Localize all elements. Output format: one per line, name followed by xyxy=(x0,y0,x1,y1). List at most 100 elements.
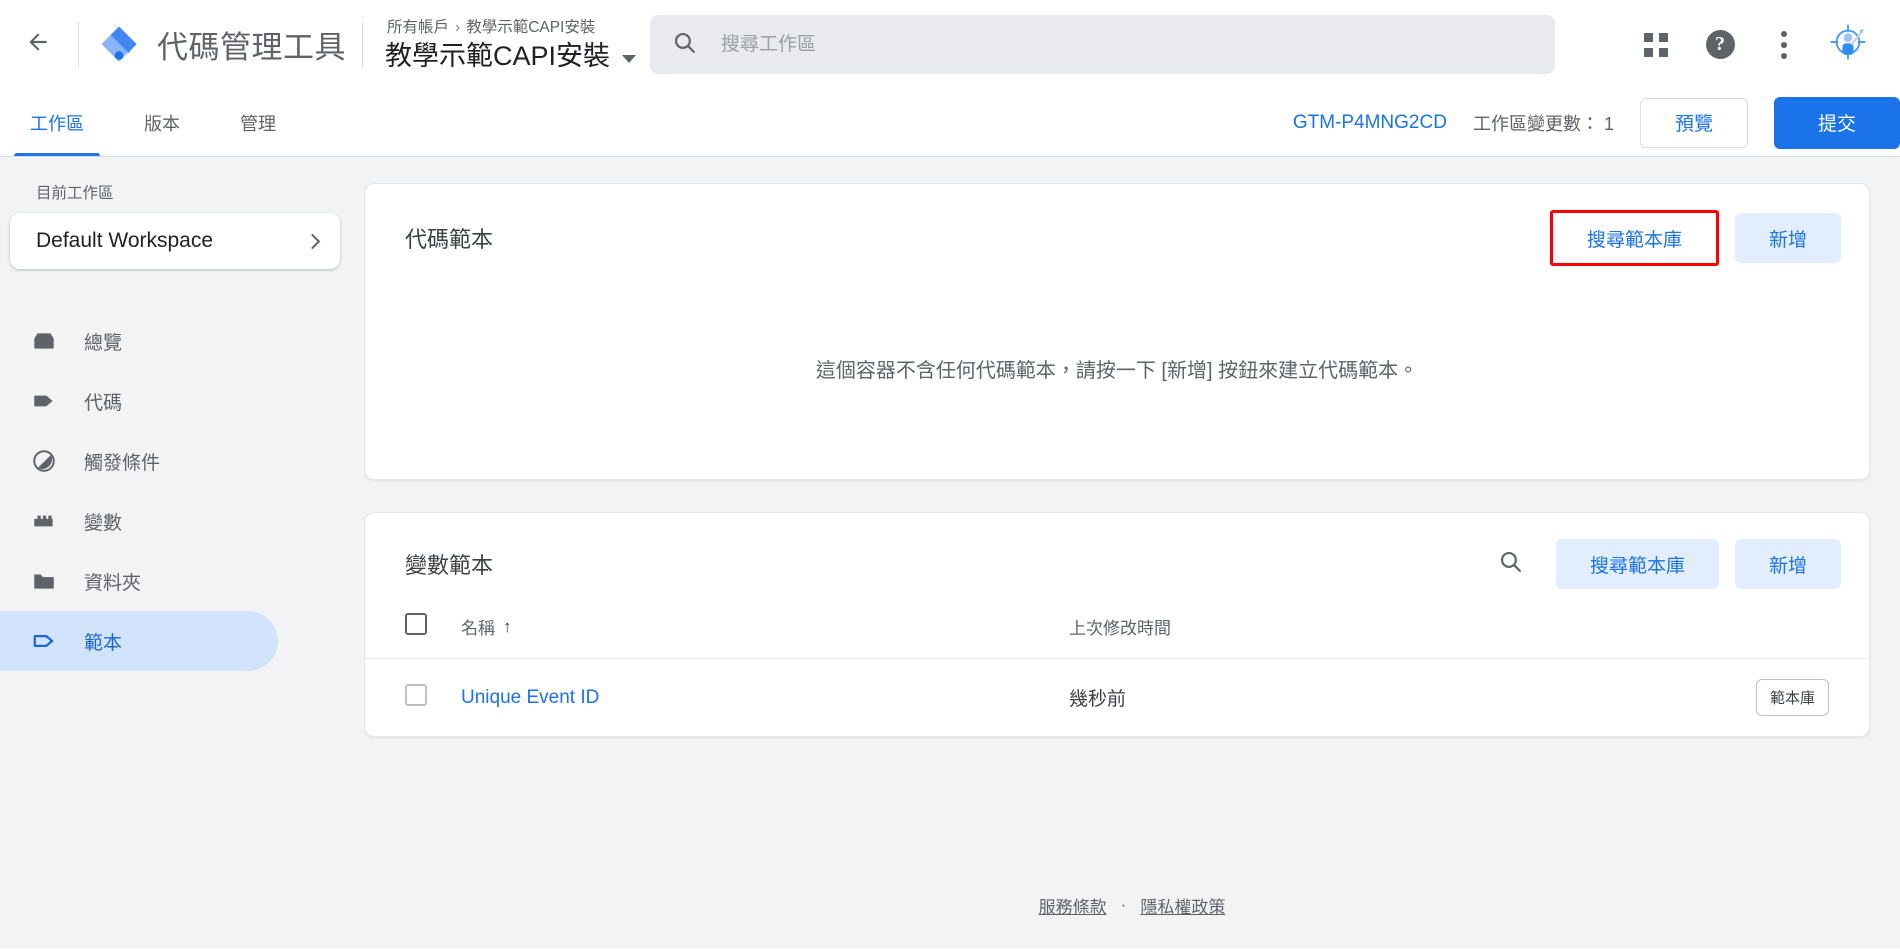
tabbar-actions: GTM-P4MNG2CD 工作區變更數： 1 預覽 提交 xyxy=(1293,89,1900,156)
sidebar: 目前工作區 Default Workspace 總覽 代碼 觸發條件 變數 資料… xyxy=(0,157,364,948)
badge-column-header xyxy=(1709,599,1869,659)
table-head: 名稱 ↑ 上次修改時間 xyxy=(365,599,1869,659)
sidebar-item-triggers-label: 觸發條件 xyxy=(84,452,161,474)
row-badge-cell: 範本庫 xyxy=(1709,659,1869,737)
help-icon: ? xyxy=(1705,30,1735,59)
chevron-down-icon xyxy=(622,54,637,63)
sidebar-nav: 總覽 代碼 觸發條件 變數 資料夾 範本 xyxy=(0,311,364,671)
tab-admin-label: 管理 xyxy=(240,113,276,134)
chevron-right-icon xyxy=(304,233,321,249)
tab-workspace[interactable]: 工作區 xyxy=(0,89,114,156)
tag-new-template-button[interactable]: 新增 xyxy=(1734,213,1841,263)
table-row[interactable]: Unique Event ID 幾秒前 範本庫 xyxy=(365,659,1869,737)
select-all-header xyxy=(365,599,461,659)
sidebar-item-triggers[interactable]: 觸發條件 xyxy=(0,431,278,491)
variable-new-template-button[interactable]: 新增 xyxy=(1734,539,1841,589)
back-button[interactable] xyxy=(14,21,62,69)
row-name-cell: Unique Event ID xyxy=(461,659,1069,737)
more-options-button[interactable] xyxy=(1758,19,1810,71)
tab-list: 工作區 版本 管理 xyxy=(0,89,306,156)
container-selector[interactable]: 教學示範CAPI安裝 xyxy=(385,39,637,73)
sidebar-item-variables[interactable]: 變數 xyxy=(0,491,278,551)
last-modified-column-header: 上次修改時間 xyxy=(1069,599,1709,659)
row-last-modified-cell: 幾秒前 xyxy=(1069,689,1127,710)
page-body: 目前工作區 Default Workspace 總覽 代碼 觸發條件 變數 資料… xyxy=(0,157,1900,948)
overview-icon xyxy=(30,327,58,355)
submit-button[interactable]: 提交 xyxy=(1773,96,1900,149)
workspace-tabbar: 工作區 版本 管理 GTM-P4MNG2CD 工作區變更數： 1 預覽 提交 xyxy=(0,89,1900,157)
container-name: 教學示範CAPI安裝 xyxy=(385,40,611,71)
product-title: 代碼管理工具 xyxy=(157,30,346,65)
sidebar-item-variables-label: 變數 xyxy=(84,512,123,534)
account-avatar-button[interactable] xyxy=(1822,19,1874,71)
name-column-label: 名稱 xyxy=(461,619,495,638)
main-content: 代碼範本 搜尋範本庫 新增 這個容器不含任何代碼範本，請按一下 [新增] 按鈕來… xyxy=(364,157,1900,948)
tag-icon xyxy=(30,387,58,415)
apps-grid-icon xyxy=(1644,32,1668,57)
template-icon xyxy=(30,627,58,655)
breadcrumb-line: 所有帳戶 › 教學示範CAPI安裝 xyxy=(385,17,636,39)
container-id-link[interactable]: GTM-P4MNG2CD xyxy=(1293,112,1447,134)
current-workspace-label: 目前工作區 xyxy=(36,185,114,202)
tag-templates-header: 代碼範本 搜尋範本庫 新增 xyxy=(365,184,1869,276)
tab-admin[interactable]: 管理 xyxy=(210,89,306,156)
row-checkbox[interactable] xyxy=(405,683,427,706)
variable-templates-search-button[interactable] xyxy=(1488,541,1534,587)
tag-search-gallery-button[interactable]: 搜尋範本庫 xyxy=(1552,213,1716,263)
sidebar-item-templates[interactable]: 範本 xyxy=(0,611,278,671)
select-all-checkbox[interactable] xyxy=(405,613,427,635)
name-sort-control[interactable]: 名稱 ↑ xyxy=(461,614,512,639)
sidebar-item-overview[interactable]: 總覽 xyxy=(0,311,278,371)
help-button[interactable]: ? xyxy=(1694,19,1746,71)
sidebar-item-overview-label: 總覽 xyxy=(84,332,123,354)
sidebar-item-folders-label: 資料夾 xyxy=(84,572,142,594)
footer-separator: · xyxy=(1120,895,1127,914)
sort-ascending-icon: ↑ xyxy=(503,616,512,636)
tab-workspace-label: 工作區 xyxy=(30,113,84,134)
terms-of-service-link[interactable]: 服務條款 xyxy=(1039,893,1107,918)
breadcrumb-separator: › xyxy=(455,18,461,36)
workspace-search-box[interactable] xyxy=(650,15,1556,74)
search-area xyxy=(636,15,1612,74)
sidebar-item-tags[interactable]: 代碼 xyxy=(0,371,278,431)
search-icon xyxy=(672,30,697,60)
search-input[interactable] xyxy=(719,32,1534,57)
header-divider-2 xyxy=(362,21,363,68)
template-name-link[interactable]: Unique Event ID xyxy=(461,687,599,708)
variable-templates-header: 變數範本 搜尋範本庫 新增 xyxy=(365,513,1869,599)
variable-icon xyxy=(30,507,58,535)
sidebar-item-folders[interactable]: 資料夾 xyxy=(0,551,278,611)
tab-versions[interactable]: 版本 xyxy=(114,89,210,156)
gallery-badge: 範本庫 xyxy=(1755,679,1829,716)
name-column-header[interactable]: 名稱 ↑ xyxy=(461,599,1069,659)
variable-templates-table: 名稱 ↑ 上次修改時間 Unique Event ID 幾秒前 範本庫 xyxy=(365,599,1869,736)
page-footer: 服務條款 · 隱私權政策 xyxy=(364,862,1900,948)
account-avatar-icon xyxy=(1829,23,1867,66)
table-header-row: 名稱 ↑ 上次修改時間 xyxy=(365,599,1869,659)
header-actions: ? xyxy=(1630,19,1874,71)
apps-grid-button[interactable] xyxy=(1630,19,1682,71)
sidebar-item-tags-label: 代碼 xyxy=(84,392,123,414)
variable-search-gallery-button[interactable]: 搜尋範本庫 xyxy=(1555,539,1719,589)
privacy-policy-link[interactable]: 隱私權政策 xyxy=(1140,893,1225,918)
breadcrumb-current: 教學示範CAPI安裝 xyxy=(466,18,596,36)
breadcrumb: 所有帳戶 › 教學示範CAPI安裝 教學示範CAPI安裝 xyxy=(385,17,637,73)
top-header-bar: 代碼管理工具 所有帳戶 › 教學示範CAPI安裝 教學示範CAPI安裝 ? xyxy=(0,0,1900,89)
more-vert-icon xyxy=(1781,30,1787,59)
tag-templates-title: 代碼範本 xyxy=(405,227,494,252)
gtm-logo-icon xyxy=(99,25,139,65)
header-divider-1 xyxy=(78,21,79,68)
table-body: Unique Event ID 幾秒前 範本庫 xyxy=(365,659,1869,737)
tab-versions-label: 版本 xyxy=(144,113,180,134)
search-icon xyxy=(1498,549,1523,579)
variable-templates-title: 變數範本 xyxy=(405,553,494,578)
tag-templates-card: 代碼範本 搜尋範本庫 新增 這個容器不含任何代碼範本，請按一下 [新增] 按鈕來… xyxy=(364,183,1870,480)
breadcrumb-root[interactable]: 所有帳戶 xyxy=(387,19,449,36)
row-select-cell xyxy=(365,659,461,737)
workspace-selector[interactable]: Default Workspace xyxy=(10,213,340,269)
tag-templates-empty-message: 這個容器不含任何代碼範本，請按一下 [新增] 按鈕來建立代碼範本。 xyxy=(815,360,1419,382)
preview-button[interactable]: 預覽 xyxy=(1639,97,1748,148)
workspace-changes-count: 工作區變更數： 1 xyxy=(1472,113,1614,134)
arrow-back-icon xyxy=(25,29,51,60)
sidebar-item-templates-label: 範本 xyxy=(84,632,123,654)
